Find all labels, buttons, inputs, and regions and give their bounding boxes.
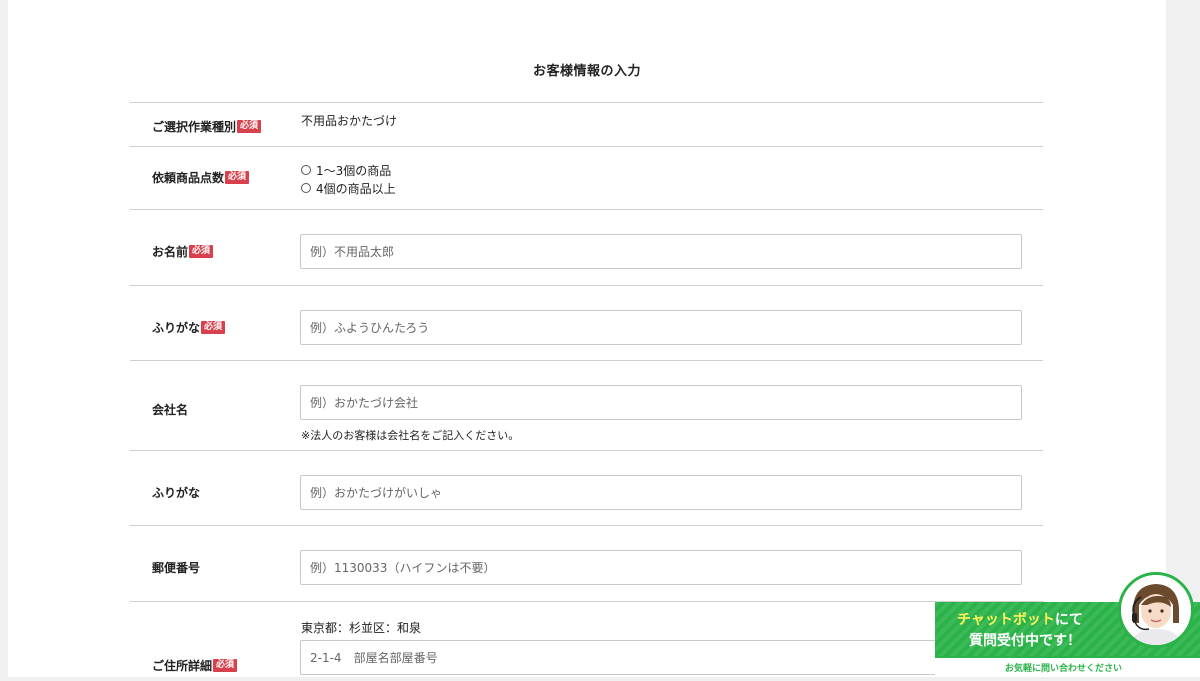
company-input[interactable]	[300, 385, 1022, 420]
chatbot-cta-strip: お気軽に問い合わせください	[935, 656, 1200, 677]
chatbot-headline-highlight: チャットボット	[957, 612, 1055, 628]
chatbot-banner[interactable]: チャットボットにて 質問受付中です！ お気軽に問い合わせください	[935, 572, 1200, 677]
name-kana-label-text: ふりがな	[152, 321, 201, 335]
required-badge: 必須	[189, 245, 214, 258]
name-kana-label: ふりがな 必須	[152, 319, 226, 336]
work-type-label: ご選択作業種別 必須	[152, 118, 262, 135]
company-kana-label-text: ふりがな	[152, 486, 201, 500]
radio-button[interactable]	[301, 183, 311, 193]
row-postal-code: 郵便番号	[130, 525, 1043, 601]
name-label-text: お名前	[152, 245, 189, 259]
address-label-text: ご住所詳細	[152, 659, 213, 673]
work-type-label-text: ご選択作業種別	[152, 120, 237, 134]
postal-code-input[interactable]	[300, 550, 1022, 585]
company-kana-input[interactable]	[300, 475, 1022, 510]
chatbot-headline: チャットボットにて	[957, 609, 1083, 629]
radio-label: 4個の商品以上	[316, 181, 396, 196]
item-count-label: 依頼商品点数 必須	[152, 169, 250, 186]
row-company-kana: ふりがな	[130, 450, 1043, 525]
row-name: お名前 必須	[130, 209, 1043, 285]
company-label: 会社名	[152, 401, 188, 418]
radio-button[interactable]	[301, 165, 311, 175]
item-count-options: 1〜3個の商品 4個の商品以上	[301, 161, 396, 197]
name-kana-input[interactable]	[300, 310, 1022, 345]
company-note: ※法人のお客様は会社名をご記入ください。	[301, 429, 520, 442]
item-count-label-text: 依頼商品点数	[152, 171, 225, 185]
chatbot-subheadline: 質問受付中です！	[969, 633, 1081, 649]
address-detail-input[interactable]	[300, 640, 1022, 675]
address-label: ご住所詳細 必須	[152, 657, 238, 674]
required-badge: 必須	[213, 659, 238, 672]
row-company: 会社名 ※法人のお客様は会社名をご記入ください。	[130, 360, 1043, 450]
radio-option-1-3[interactable]: 1〜3個の商品	[301, 161, 396, 179]
address-prefilled: 東京都：杉並区：和泉	[301, 621, 422, 635]
row-item-count: 依頼商品点数 必須 1〜3個の商品 4個の商品以上	[130, 146, 1043, 209]
company-label-text: 会社名	[152, 403, 189, 417]
name-input[interactable]	[300, 234, 1022, 269]
row-name-kana: ふりがな 必須	[130, 285, 1043, 360]
operator-avatar	[1118, 572, 1194, 648]
postal-code-label: 郵便番号	[152, 559, 200, 576]
operator-portrait-icon	[1121, 575, 1191, 645]
company-kana-label: ふりがな	[152, 484, 200, 501]
customer-info-form: ご選択作業種別 必須 不用品おかたづけ 依頼商品点数 必須 1〜3個の商品 4個の商…	[130, 102, 1043, 681]
required-badge: 必須	[237, 120, 262, 133]
required-badge: 必須	[225, 171, 250, 184]
chatbot-headline-rest: にて	[1054, 612, 1083, 628]
work-type-value: 不用品おかたづけ	[301, 114, 398, 128]
radio-label: 1〜3個の商品	[316, 163, 392, 178]
required-badge: 必須	[201, 321, 226, 334]
radio-option-4-plus[interactable]: 4個の商品以上	[301, 179, 396, 197]
name-label: お名前 必須	[152, 243, 214, 260]
chatbot-cta-text: お気軽に問い合わせください	[1005, 664, 1123, 674]
postal-code-label-text: 郵便番号	[152, 561, 201, 575]
form-title: お客様情報の入力	[532, 64, 641, 79]
row-address: ご住所詳細 必須 東京都：杉並区：和泉	[130, 601, 1043, 681]
row-work-type: ご選択作業種別 必須 不用品おかたづけ	[130, 102, 1043, 146]
